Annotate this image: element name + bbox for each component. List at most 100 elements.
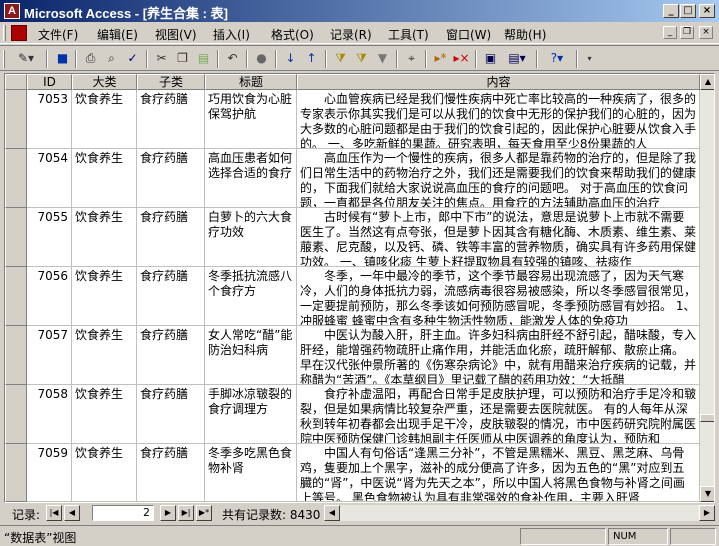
record-selector[interactable]: [5, 208, 27, 267]
cell-title[interactable]: 冬季多吃黑色食物补肾: [205, 444, 297, 502]
copy-icon[interactable]: ❐: [174, 50, 191, 67]
cell-content[interactable]: 食疗补虚温阳，再配合日常手足皮肤护理，可以预防和治疗手足冷和皲裂，但是如果病情比…: [297, 385, 700, 444]
delete-record-icon[interactable]: ▸×: [453, 50, 470, 67]
menu-format[interactable]: 格式(O): [271, 26, 314, 43]
first-record-button[interactable]: |◀: [46, 505, 62, 521]
print-icon[interactable]: ⎙: [82, 50, 99, 67]
print-preview-icon[interactable]: ⌕: [103, 50, 120, 67]
record-selector[interactable]: [5, 444, 27, 502]
menu-tools[interactable]: 工具(T): [388, 26, 429, 43]
menu-view[interactable]: 视图(V): [155, 26, 197, 43]
cell-category[interactable]: 饮食养生: [72, 444, 137, 502]
new-object-icon[interactable]: ▤▾: [503, 50, 531, 67]
cell-category[interactable]: 饮食养生: [72, 385, 137, 444]
cell-category[interactable]: 饮食养生: [72, 326, 137, 385]
new-record-icon[interactable]: ▸*: [432, 50, 449, 67]
cell-subcategory[interactable]: 食疗药膳: [137, 444, 205, 502]
cell-id[interactable]: 7058: [27, 385, 72, 444]
toolbar-options-icon[interactable]: ▾: [581, 50, 598, 67]
scroll-left-button[interactable]: ◀: [324, 505, 340, 521]
cell-subcategory[interactable]: 食疗药膳: [137, 208, 205, 267]
new-record-button[interactable]: ▶*: [196, 505, 212, 521]
cell-content[interactable]: 心血管疾病已经是我们慢性疾病中死亡率比较高的一种疾病了，很多的专家表示你其实我们…: [297, 90, 700, 149]
table-row[interactable]: 7057 饮食养生 食疗药膳 女人常吃“醋”能防治妇科病 中医认为酸入肝，肝主血…: [5, 326, 700, 385]
table-row[interactable]: 7053 饮食养生 食疗药膳 巧用饮食为心脏保驾护航 心血管疾病已经是我们慢性疾…: [5, 90, 700, 149]
scroll-down-button[interactable]: ▼: [700, 486, 714, 502]
cell-title[interactable]: 高血压患者如何选择合适的食疗: [205, 149, 297, 208]
menu-records[interactable]: 记录(R): [330, 26, 372, 43]
menu-window[interactable]: 窗口(W): [446, 26, 491, 43]
paste-icon[interactable]: ▤: [195, 50, 212, 67]
cell-content[interactable]: 中医认为酸入肝，肝主血。许多妇科病由肝经不舒引起，醋味酸，专入肝经，能增强药物疏…: [297, 326, 700, 385]
cell-id[interactable]: 7054: [27, 149, 72, 208]
vertical-scroll-thumb[interactable]: [700, 414, 714, 422]
database-window-icon[interactable]: ▣: [482, 50, 499, 67]
cell-title[interactable]: 女人常吃“醋”能防治妇科病: [205, 326, 297, 385]
record-selector[interactable]: [5, 385, 27, 444]
menu-edit[interactable]: 编辑(E): [97, 26, 138, 43]
cut-icon[interactable]: ✂: [153, 50, 170, 67]
sort-descending-icon[interactable]: ↑: [303, 50, 320, 67]
previous-record-button[interactable]: ◀: [64, 505, 80, 521]
toolbar-grip[interactable]: [3, 50, 5, 68]
cell-subcategory[interactable]: 食疗药膳: [137, 385, 205, 444]
menu-insert[interactable]: 插入(I): [213, 26, 250, 43]
document-icon[interactable]: [11, 25, 27, 41]
record-selector[interactable]: [5, 267, 27, 326]
cell-content[interactable]: 中国人有句俗话“逢黑三分补”，不管是黑糯米、黑豆、黑芝麻、乌骨鸡，隻要加上个黑字…: [297, 444, 700, 502]
table-row[interactable]: 7059 饮食养生 食疗药膳 冬季多吃黑色食物补肾 中国人有句俗话“逢黑三分补”…: [5, 444, 700, 502]
doc-minimize-button[interactable]: _: [663, 26, 677, 39]
record-selector[interactable]: [5, 326, 27, 385]
view-icon[interactable]: ✎▾: [12, 50, 40, 67]
cell-content[interactable]: 冬季，一年中最冷的季节，这个季节最容易出现流感了，因为天气寒冷，人们的身体抵抗力…: [297, 267, 700, 326]
find-icon[interactable]: ⌖: [403, 50, 420, 67]
cell-id[interactable]: 7055: [27, 208, 72, 267]
menu-grip[interactable]: [3, 25, 6, 41]
hyperlink-icon[interactable]: ●: [253, 50, 270, 67]
scroll-right-button[interactable]: ▶: [699, 505, 715, 521]
current-record-input[interactable]: 2: [92, 505, 154, 521]
last-record-button[interactable]: ▶|: [178, 505, 194, 521]
access-app-icon[interactable]: A: [4, 3, 20, 19]
apply-filter-icon[interactable]: ▼: [374, 50, 391, 67]
cell-subcategory[interactable]: 食疗药膳: [137, 326, 205, 385]
table-row[interactable]: 7055 饮食养生 食疗药膳 白萝卜的六大食疗功效 古时候有“萝卜上市，郎中下市…: [5, 208, 700, 267]
next-record-button[interactable]: ▶: [160, 505, 176, 521]
table-row[interactable]: 7056 饮食养生 食疗药膳 冬季抵抗流感八个食疗方 冬季，一年中最冷的季节，这…: [5, 267, 700, 326]
column-header-title[interactable]: 标题: [205, 74, 297, 90]
cell-subcategory[interactable]: 食疗药膳: [137, 149, 205, 208]
column-header-id[interactable]: ID: [27, 74, 72, 90]
cell-category[interactable]: 饮食养生: [72, 149, 137, 208]
column-header-content[interactable]: 内容: [297, 74, 700, 90]
cell-content[interactable]: 高血压作为一个慢性的疾病，很多人都是靠药物的治疗的，但是除了我们日常生活中的药物…: [297, 149, 700, 208]
help-icon[interactable]: ?▾: [543, 50, 571, 67]
cell-category[interactable]: 饮食养生: [72, 90, 137, 149]
filter-by-selection-icon[interactable]: ⧩: [332, 50, 349, 67]
spelling-icon[interactable]: ✓: [124, 50, 141, 67]
scroll-up-button[interactable]: ▲: [700, 74, 714, 90]
cell-title[interactable]: 冬季抵抗流感八个食疗方: [205, 267, 297, 326]
save-icon[interactable]: ■: [54, 50, 71, 67]
table-row[interactable]: 7058 饮食养生 食疗药膳 手脚冰凉皲裂的食疗调理方 食疗补虚温阳，再配合日常…: [5, 385, 700, 444]
column-header-subcategory[interactable]: 子类: [137, 74, 205, 90]
column-header-category[interactable]: 大类: [72, 74, 137, 90]
cell-id[interactable]: 7059: [27, 444, 72, 502]
menu-help[interactable]: 帮助(H): [504, 26, 546, 43]
cell-title[interactable]: 白萝卜的六大食疗功效: [205, 208, 297, 267]
undo-icon[interactable]: ↶: [224, 50, 241, 67]
cell-category[interactable]: 饮食养生: [72, 208, 137, 267]
cell-subcategory[interactable]: 食疗药膳: [137, 267, 205, 326]
record-selector[interactable]: [5, 90, 27, 149]
record-selector[interactable]: [5, 149, 27, 208]
vertical-scrollbar[interactable]: ▲ ▼: [700, 74, 714, 502]
doc-close-button[interactable]: ×: [699, 26, 713, 39]
filter-by-form-icon[interactable]: ⧩: [353, 50, 370, 67]
horizontal-scrollbar[interactable]: ◀ ▶: [324, 505, 715, 521]
cell-content[interactable]: 古时候有“萝卜上市，郎中下市”的说法，意思是说萝卜上市就不需要医生了。当然这有点…: [297, 208, 700, 267]
cell-id[interactable]: 7056: [27, 267, 72, 326]
sort-ascending-icon[interactable]: ↓: [282, 50, 299, 67]
cell-title[interactable]: 巧用饮食为心脏保驾护航: [205, 90, 297, 149]
minimize-button[interactable]: _: [663, 4, 679, 18]
close-button[interactable]: ×: [699, 4, 715, 18]
menu-file[interactable]: 文件(F): [38, 26, 78, 43]
